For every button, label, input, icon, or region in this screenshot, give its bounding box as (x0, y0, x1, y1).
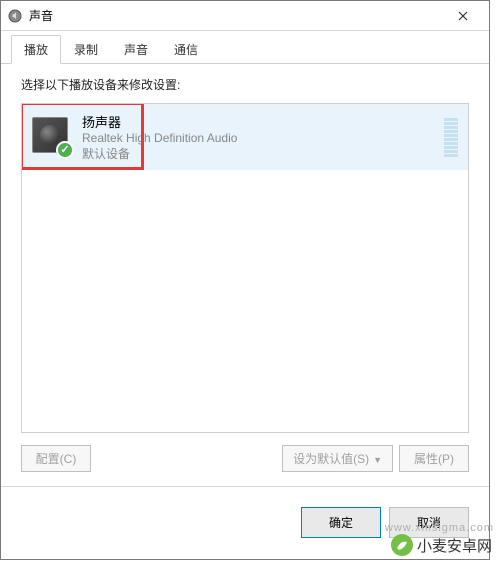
brand-leaf-icon (391, 534, 413, 556)
device-icon-wrap: ✓ (32, 117, 72, 157)
separator (1, 486, 489, 487)
tab-sounds[interactable]: 声音 (111, 35, 161, 63)
chevron-down-icon: ▼ (373, 455, 382, 465)
window-title: 声音 (29, 7, 443, 24)
tab-communications[interactable]: 通信 (161, 35, 211, 63)
set-default-label: 设为默认值(S) (293, 452, 369, 466)
device-item-speaker[interactable]: ✓ 扬声器 Realtek High Definition Audio 默认设备 (22, 104, 468, 170)
level-meter (444, 118, 458, 157)
close-icon (458, 11, 468, 21)
device-list[interactable]: ✓ 扬声器 Realtek High Definition Audio 默认设备 (21, 103, 469, 433)
device-status: 默认设备 (82, 145, 434, 162)
button-row: 配置(C) 设为默认值(S) ▼ 属性(P) (21, 445, 469, 472)
configure-button[interactable]: 配置(C) (21, 445, 91, 472)
watermark-brand: 小麦安卓网 (391, 534, 492, 556)
close-button[interactable] (443, 2, 483, 30)
brand-text: 小麦安卓网 (417, 535, 492, 556)
properties-button[interactable]: 属性(P) (399, 445, 469, 472)
ok-button[interactable]: 确定 (301, 507, 381, 538)
instruction-text: 选择以下播放设备来修改设置: (21, 76, 469, 93)
device-info: 扬声器 Realtek High Definition Audio 默认设备 (82, 112, 434, 162)
titlebar: 声音 (1, 1, 489, 31)
watermark-url: www.xmsigma.com (385, 522, 494, 534)
content-area: 选择以下播放设备来修改设置: ✓ 扬声器 Realtek High Defini… (1, 64, 489, 497)
default-check-icon: ✓ (56, 141, 74, 159)
device-name: 扬声器 (82, 112, 434, 131)
tab-recording[interactable]: 录制 (61, 35, 111, 63)
tabs-bar: 播放 录制 声音 通信 (1, 31, 489, 64)
app-icon (7, 8, 23, 24)
set-default-button[interactable]: 设为默认值(S) ▼ (282, 445, 393, 472)
tab-playback[interactable]: 播放 (11, 35, 61, 64)
device-driver: Realtek High Definition Audio (82, 131, 434, 145)
sound-dialog: 声音 播放 录制 声音 通信 选择以下播放设备来修改设置: ✓ (0, 0, 490, 560)
